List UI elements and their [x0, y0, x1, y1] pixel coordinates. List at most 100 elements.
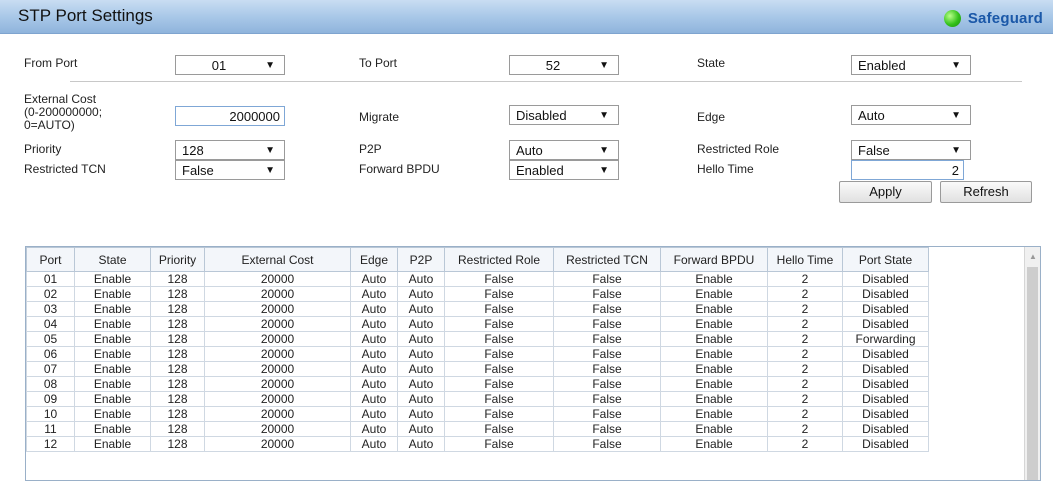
table-cell: 2 [767, 271, 843, 287]
p2p-select[interactable]: Auto ▼ [509, 140, 619, 160]
table-cell: Auto [350, 346, 398, 362]
column-header: Restricted TCN [553, 247, 661, 272]
table-cell: Auto [350, 271, 398, 287]
table-cell: 20000 [204, 331, 351, 347]
table-cell: False [553, 301, 661, 317]
table-cell: Auto [397, 286, 445, 302]
table-cell: 09 [26, 391, 75, 407]
table-cell: Disabled [842, 346, 929, 362]
from-port-label: From Port [24, 56, 78, 70]
table-cell: 03 [26, 301, 75, 317]
state-label: State [697, 56, 726, 70]
table-cell: Enable [660, 271, 768, 287]
table-cell: 128 [150, 406, 205, 422]
table-cell: 128 [150, 331, 205, 347]
refresh-button[interactable]: Refresh [940, 181, 1032, 203]
table-cell: 20000 [204, 316, 351, 332]
table-cell: Enable [74, 421, 151, 437]
scrollbar-thumb[interactable] [1027, 267, 1038, 480]
apply-button[interactable]: Apply [839, 181, 932, 203]
column-header: Priority [150, 247, 205, 272]
table-cell: 07 [26, 361, 75, 377]
table-cell: False [553, 361, 661, 377]
table-row: 10 Enable 128 20000 Auto Auto False False Enable… [26, 406, 929, 422]
table-cell: 20000 [204, 391, 351, 407]
table-cell: Auto [350, 421, 398, 437]
table-cell: False [444, 346, 554, 362]
edge-select[interactable]: Auto ▼ [851, 105, 971, 125]
column-header: Hello Time [767, 247, 843, 272]
table-cell: Enable [74, 376, 151, 392]
table-cell: False [444, 436, 554, 452]
table-cell: Enable [74, 301, 151, 317]
table-cell: Enable [660, 331, 768, 347]
hello-time-input[interactable]: 2 [851, 160, 964, 180]
table-cell: 2 [767, 391, 843, 407]
from-port-select[interactable]: 01 ▼ [175, 55, 285, 75]
table-cell: Forwarding [842, 331, 929, 347]
table-cell: Enable [74, 406, 151, 422]
table-cell: 06 [26, 346, 75, 362]
table-cell: Auto [397, 271, 445, 287]
restricted-tcn-label: Restricted TCN [24, 162, 106, 176]
table-cell: 128 [150, 376, 205, 392]
table-cell: 20000 [204, 301, 351, 317]
state-select[interactable]: Enabled ▼ [851, 55, 971, 75]
table-cell: Disabled [842, 316, 929, 332]
external-cost-input[interactable]: 2000000 [175, 106, 285, 126]
table-cell: Disabled [842, 286, 929, 302]
table-cell: 2 [767, 376, 843, 392]
table-cell: 20000 [204, 271, 351, 287]
chevron-down-icon: ▼ [599, 165, 609, 176]
safeguard-indicator: Safeguard [943, 9, 1043, 27]
table-cell: 2 [767, 286, 843, 302]
table-cell: Enable [74, 436, 151, 452]
table-cell: 20000 [204, 421, 351, 437]
table-cell: Auto [397, 346, 445, 362]
table-cell: 05 [26, 331, 75, 347]
table-cell: Auto [350, 331, 398, 347]
restricted-tcn-select[interactable]: False ▼ [175, 160, 285, 180]
table-cell: 128 [150, 346, 205, 362]
table-cell: Auto [397, 301, 445, 317]
table-row: 09 Enable 128 20000 Auto Auto False False Enable… [26, 391, 929, 407]
table-cell: Disabled [842, 421, 929, 437]
forward-bpdu-label: Forward BPDU [359, 162, 440, 176]
restricted-role-select[interactable]: False ▼ [851, 140, 971, 160]
table-cell: 11 [26, 421, 75, 437]
table-cell: Auto [350, 316, 398, 332]
table-cell: Auto [350, 406, 398, 422]
table-cell: 128 [150, 391, 205, 407]
table-cell: 128 [150, 361, 205, 377]
table-cell: Enable [74, 361, 151, 377]
column-header: Restricted Role [444, 247, 554, 272]
table-cell: 2 [767, 331, 843, 347]
scroll-up-arrow-icon[interactable]: ▲ [1029, 252, 1037, 261]
table-cell: 20000 [204, 346, 351, 362]
priority-select[interactable]: 128 ▼ [175, 140, 285, 160]
table-cell: 2 [767, 436, 843, 452]
table-cell: Enable [660, 316, 768, 332]
table-cell: 20000 [204, 286, 351, 302]
table-cell: Enable [660, 376, 768, 392]
column-header: External Cost [204, 247, 351, 272]
table-cell: 2 [767, 346, 843, 362]
table-body: 01 Enable 128 20000 Auto Auto False False Enable… [26, 271, 929, 452]
table-cell: False [444, 316, 554, 332]
page-title: STP Port Settings [18, 6, 153, 25]
table-cell: False [553, 406, 661, 422]
table-cell: Disabled [842, 271, 929, 287]
table-cell: False [553, 376, 661, 392]
to-port-select[interactable]: 52 ▼ [509, 55, 619, 75]
migrate-select[interactable]: Disabled ▼ [509, 105, 619, 125]
table-cell: False [444, 331, 554, 347]
forward-bpdu-select[interactable]: Enabled ▼ [509, 160, 619, 180]
table-scrollbar[interactable]: ▲ [1024, 247, 1040, 480]
table-cell: Auto [350, 301, 398, 317]
table-cell: Disabled [842, 376, 929, 392]
table-cell: 04 [26, 316, 75, 332]
column-header: Port State [842, 247, 929, 272]
table-cell: 02 [26, 286, 75, 302]
table-cell: Auto [350, 436, 398, 452]
table-row: 05 Enable 128 20000 Auto Auto False False Enable… [26, 331, 929, 347]
